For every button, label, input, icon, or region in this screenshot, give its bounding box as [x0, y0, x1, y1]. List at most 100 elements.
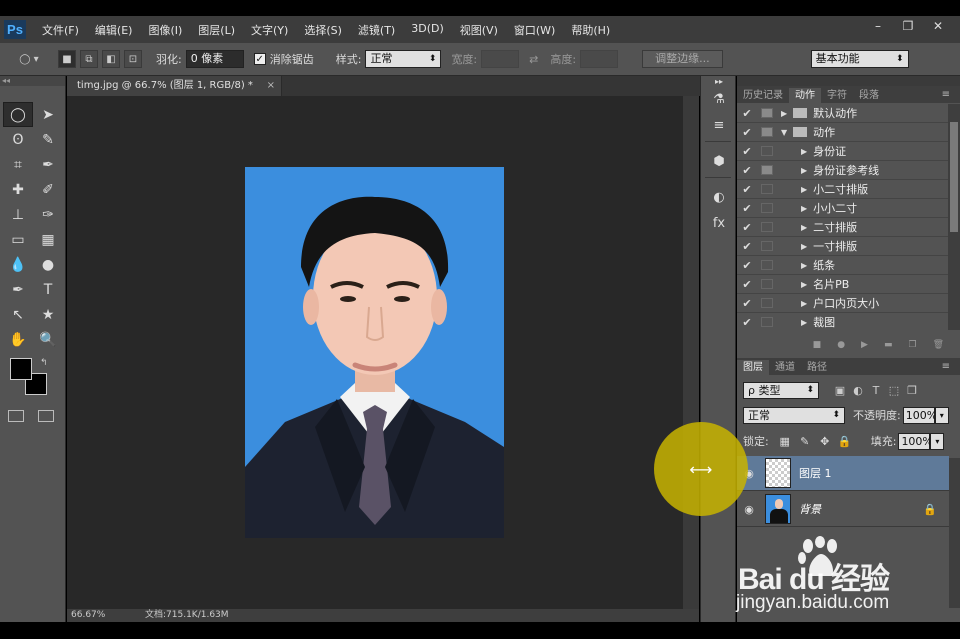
fill-dropdown-icon[interactable]: ▾ [930, 432, 945, 450]
menu-type[interactable]: 文字(Y) [251, 22, 288, 38]
lock-transparency-icon[interactable]: ▦ [775, 435, 795, 448]
layer-name[interactable]: 背景 [799, 501, 821, 517]
crop-tool-icon[interactable]: ⌗ [3, 152, 33, 177]
menu-view[interactable]: 视图(V) [460, 22, 498, 38]
action-row[interactable]: ✔ ▶ 二寸排版 [737, 218, 948, 237]
action-row[interactable]: ✔ ▶ 名片PB [737, 275, 948, 294]
menu-help[interactable]: 帮助(H) [571, 22, 610, 38]
add-selection-icon[interactable]: ⧉ [80, 50, 98, 68]
menu-image[interactable]: 图像(I) [148, 22, 182, 38]
opacity-dropdown-icon[interactable]: ▾ [934, 406, 949, 424]
elliptical-marquee-tool-icon[interactable]: ◯ [3, 102, 33, 127]
panel-menu-icon[interactable]: ≡ [936, 87, 956, 102]
layers-scrollbar[interactable] [949, 458, 960, 608]
expand-triangle-icon[interactable]: ▶ [781, 109, 787, 118]
actions-panel-icon[interactable]: ≡ [701, 112, 737, 138]
layer-row-background[interactable]: ◉ 背景 🔒 [737, 492, 949, 527]
menu-select[interactable]: 选择(S) [304, 22, 342, 38]
action-set-row[interactable]: ✔ ▼ 动作 [737, 123, 948, 142]
record-icon[interactable]: ● [837, 340, 845, 350]
check-icon[interactable]: ✔ [739, 297, 755, 310]
collapse-triangle-icon[interactable]: ▼ [781, 128, 787, 137]
expand-triangle-icon[interactable]: ▶ [801, 147, 807, 156]
foreground-color-swatch[interactable] [10, 358, 32, 380]
layer-name[interactable]: 图层 1 [799, 465, 832, 481]
type-filter-icon[interactable]: T [867, 384, 885, 397]
dialog-toggle-icon[interactable] [761, 203, 773, 213]
opacity-input[interactable]: 100% [902, 406, 937, 424]
lock-position-icon[interactable]: ✥ [815, 435, 835, 448]
adjustment-filter-icon[interactable]: ◐ [849, 384, 867, 397]
quick-mask-icon[interactable] [8, 410, 24, 422]
history-brush-tool-icon[interactable]: ✑ [33, 202, 63, 227]
dialog-toggle-icon[interactable] [761, 298, 773, 308]
tab-character[interactable]: 字符 [821, 88, 853, 103]
check-icon[interactable]: ✔ [739, 107, 755, 120]
dialog-toggle-icon[interactable] [761, 165, 773, 175]
tab-layers[interactable]: 图层 [737, 360, 769, 375]
lock-pixels-icon[interactable]: ✎ [795, 435, 815, 448]
swap-colors-icon[interactable]: ↰ [40, 358, 48, 368]
check-icon[interactable]: ✔ [739, 145, 755, 158]
layer-row-layer1[interactable]: ◉ 图层 1 [737, 456, 949, 491]
dialog-toggle-icon[interactable] [761, 127, 773, 137]
tools-grip[interactable]: ◂◂ [0, 76, 65, 86]
dodge-tool-icon[interactable]: ● [33, 252, 63, 277]
expand-triangle-icon[interactable]: ▶ [801, 318, 807, 327]
maximize-button[interactable]: ❐ [896, 18, 920, 34]
brush-tool-icon[interactable]: ✐ [33, 177, 63, 202]
action-row[interactable]: ✔ ▶ 裁图 [737, 313, 948, 330]
tab-paths[interactable]: 路径 [801, 360, 833, 375]
3d-panel-icon[interactable]: ⬢ [701, 148, 737, 174]
shape-filter-icon[interactable]: ⬚ [885, 384, 903, 397]
tab-history[interactable]: 历史记录 [737, 88, 789, 103]
new-set-icon[interactable]: ▬ [884, 340, 893, 350]
eraser-tool-icon[interactable]: ▭ [3, 227, 33, 252]
zoom-level[interactable]: 66.67% [71, 609, 105, 622]
new-selection-icon[interactable]: ■ [58, 50, 76, 68]
dialog-toggle-icon[interactable] [761, 146, 773, 156]
tab-actions[interactable]: 动作 [789, 88, 821, 103]
expand-triangle-icon[interactable]: ▶ [801, 204, 807, 213]
dialog-toggle-icon[interactable] [761, 317, 773, 327]
expand-triangle-icon[interactable]: ▶ [801, 185, 807, 194]
menu-3d[interactable]: 3D(D) [411, 22, 444, 38]
collapse-grip-icon[interactable]: ▸▸ [701, 76, 737, 86]
workspace-select[interactable]: 基本功能 ⬍ [810, 50, 909, 68]
check-icon[interactable]: ✔ [739, 164, 755, 177]
action-row[interactable]: ✔ ▶ 户口内页大小 [737, 294, 948, 313]
intersect-selection-icon[interactable]: ⊡ [124, 50, 142, 68]
menu-edit[interactable]: 编辑(E) [95, 22, 133, 38]
eye-icon[interactable]: ◉ [737, 503, 761, 516]
scroll-thumb[interactable] [950, 122, 958, 232]
document-info[interactable]: 文档:715.1K/1.63M [145, 609, 229, 622]
elliptical-marquee-preset-icon[interactable]: ◯ ▾ [14, 50, 44, 68]
action-row[interactable]: ✔ ▶ 身份证 [737, 142, 948, 161]
path-selection-tool-icon[interactable]: ↖ [3, 302, 33, 327]
check-icon[interactable]: ✔ [739, 240, 755, 253]
check-icon[interactable]: ✔ [739, 202, 755, 215]
refine-edge-button[interactable]: 调整边缘... [642, 50, 723, 68]
expand-triangle-icon[interactable]: ▶ [801, 166, 807, 175]
hand-tool-icon[interactable]: ✋ [3, 327, 33, 352]
kind-filter-select[interactable]: ρ 类型 ⬍ [743, 381, 819, 399]
zoom-tool-icon[interactable]: 🔍 [33, 327, 63, 352]
new-action-icon[interactable]: ❐ [908, 340, 916, 350]
play-icon[interactable]: ▶ [861, 340, 868, 350]
action-row[interactable]: ✔ ▶ 小小二寸 [737, 199, 948, 218]
check-icon[interactable]: ✔ [739, 316, 755, 329]
canvas-vertical-scrollbar[interactable] [683, 96, 699, 609]
expand-triangle-icon[interactable]: ▶ [801, 223, 807, 232]
menu-layer[interactable]: 图层(L) [198, 22, 235, 38]
expand-triangle-icon[interactable]: ▶ [801, 280, 807, 289]
check-icon[interactable]: ✔ [739, 278, 755, 291]
action-set-row[interactable]: ✔ ▶ 默认动作 [737, 104, 948, 123]
lasso-tool-icon[interactable]: ʘ [3, 127, 33, 152]
menu-window[interactable]: 窗口(W) [514, 22, 555, 38]
clone-stamp-tool-icon[interactable]: ⊥ [3, 202, 33, 227]
tab-paragraph[interactable]: 段落 [853, 88, 885, 103]
close-tab-icon[interactable]: × [267, 76, 275, 96]
menu-file[interactable]: 文件(F) [42, 22, 79, 38]
action-row[interactable]: ✔ ▶ 纸条 [737, 256, 948, 275]
check-icon[interactable]: ✔ [739, 259, 755, 272]
